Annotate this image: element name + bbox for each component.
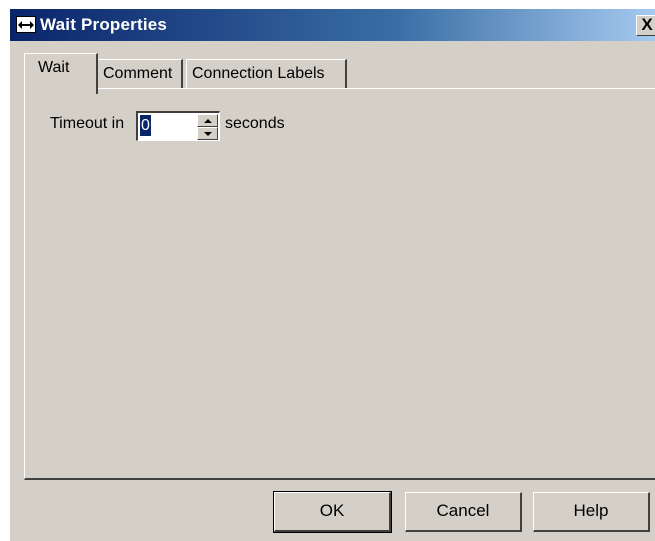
dialog-title: Wait Properties [40, 15, 168, 34]
wait-tab-panel: Timeout in 0 seconds [24, 88, 655, 480]
ok-button[interactable]: OK [273, 491, 392, 533]
tab-wait[interactable]: Wait [24, 53, 98, 94]
title-bar[interactable]: Wait Properties X [10, 9, 655, 41]
timeout-input[interactable]: 0 [140, 115, 151, 136]
timeout-spinbox[interactable]: 0 [136, 111, 220, 141]
spin-buttons [197, 114, 218, 140]
tab-comment[interactable]: Comment [97, 59, 183, 89]
spin-down-arrow-icon[interactable] [197, 127, 218, 140]
cancel-button[interactable]: Cancel [405, 492, 522, 532]
seconds-label: seconds [225, 115, 285, 132]
wait-properties-dialog: Wait Properties X Wait Comment Connectio… [9, 8, 655, 541]
spin-up-arrow-icon[interactable] [197, 114, 218, 127]
close-button[interactable]: X [636, 15, 655, 36]
wait-properties-icon [16, 16, 36, 33]
timeout-label: Timeout in [50, 115, 125, 132]
help-button[interactable]: Help [533, 492, 650, 532]
tab-connection-labels[interactable]: Connection Labels [186, 59, 347, 89]
